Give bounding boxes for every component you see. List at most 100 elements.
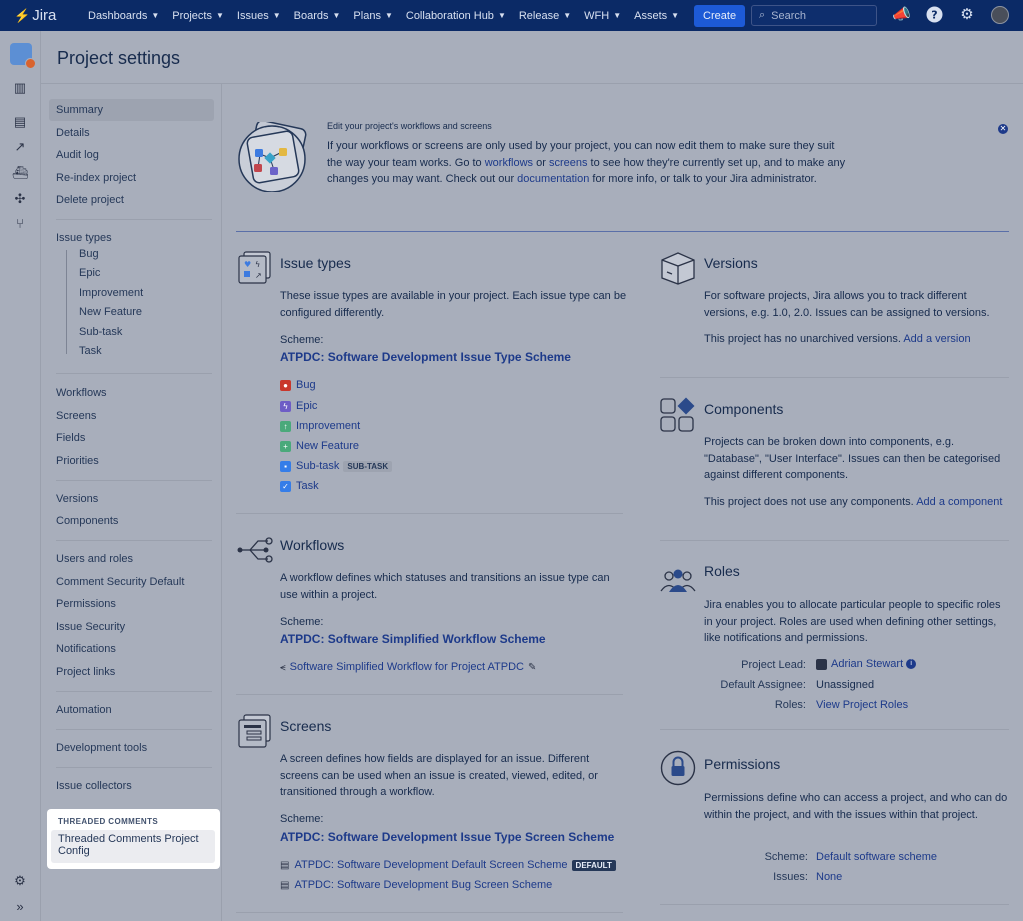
jira-logo[interactable]: ⚡ Jira (14, 7, 74, 24)
issue-type-task[interactable]: ✓ Task (280, 480, 319, 492)
backlog-icon[interactable]: ▤ (11, 114, 29, 130)
sidebar-subitem-bug[interactable]: Bug (79, 248, 99, 260)
sidebar-item-delete-project[interactable]: Delete project (56, 194, 124, 206)
issue-type-bug[interactable]: ● Bug (280, 379, 316, 391)
screens-icon (238, 714, 271, 748)
add-version-link[interactable]: Add a version (903, 333, 970, 345)
top-navigation: ⚡ Jira Dashboards ▼ Projects ▼ Issues ▼ Boa… (0, 0, 1023, 31)
sidebar-item-reindex[interactable]: Re-index project (56, 172, 136, 184)
nav-boards[interactable]: Boards ▼ (294, 10, 341, 22)
screens-link[interactable]: screens (549, 157, 588, 169)
nav-issues[interactable]: Issues ▼ (237, 10, 281, 22)
nav-projects[interactable]: Projects ▼ (172, 10, 224, 22)
sidebar-item-threaded-comments-config[interactable]: Threaded Comments Project Config (51, 830, 215, 863)
project-avatar[interactable] (10, 43, 36, 69)
releases-icon[interactable]: ⛴ (11, 165, 29, 181)
sidebar-item-fields[interactable]: Fields (56, 432, 85, 444)
workflows-title: Workflows (280, 537, 345, 553)
gear-icon[interactable]: ⚙ (958, 6, 976, 24)
sidebar-item-notifications[interactable]: Notifications (56, 643, 116, 655)
permission-scheme-link[interactable]: Default software scheme (816, 851, 937, 863)
code-branch-icon[interactable]: ⑂ (11, 216, 29, 232)
nav-plans[interactable]: Plans ▼ (353, 10, 392, 22)
nav-wfh[interactable]: WFH ▼ (584, 10, 621, 22)
sidebar-item-details[interactable]: Details (56, 127, 90, 139)
megaphone-icon[interactable]: 📣 (892, 6, 911, 24)
default-badge: DEFAULT (571, 859, 616, 871)
sidebar-item-components[interactable]: Components (56, 515, 118, 527)
sidebar-item-development-tools[interactable]: Development tools (56, 742, 147, 754)
view-project-roles-link[interactable]: View Project Roles (816, 699, 908, 711)
nav-collaboration-hub[interactable]: Collaboration Hub ▼ (406, 10, 506, 22)
sidebar-item-summary[interactable]: Summary (56, 104, 103, 116)
workflows-link[interactable]: workflows (485, 157, 533, 169)
nav-assets[interactable]: Assets ▼ (634, 10, 679, 22)
threaded-comments-section: THREADED COMMENTS Threaded Comments Proj… (47, 809, 220, 869)
sidebar-subitem-new-feature[interactable]: New Feature (79, 306, 142, 318)
sidebar-item-automation[interactable]: Automation (56, 704, 112, 716)
sidebar-subitem-improvement[interactable]: Improvement (79, 287, 143, 299)
sidebar-item-screens[interactable]: Screens (56, 410, 96, 422)
versions-status: This project has no unarchived versions.… (704, 333, 971, 345)
info-icon[interactable]: i (906, 659, 917, 669)
chevron-down-icon: ▼ (332, 11, 341, 20)
nav-dashboards[interactable]: Dashboards ▼ (88, 10, 159, 22)
documentation-link[interactable]: documentation (517, 173, 589, 185)
screen-scheme-item[interactable]: ▤ ATPDC: Software Development Bug Screen … (280, 879, 552, 891)
sidebar-divider (56, 219, 212, 220)
issue-type-epic[interactable]: ϟ Epic (280, 400, 317, 412)
close-icon[interactable]: ✕ (998, 124, 1008, 134)
issue-security-link[interactable]: None (816, 871, 842, 883)
jira-logo-icon: ⚡ (14, 7, 31, 23)
issue-type-improvement[interactable]: ↑ Improvement (280, 420, 360, 432)
help-icon[interactable]: ? (925, 6, 943, 24)
create-button[interactable]: Create (694, 4, 746, 27)
pencil-icon[interactable]: ✎ (528, 662, 536, 673)
sidebar-item-users-and-roles[interactable]: Users and roles (56, 553, 133, 565)
project-lead-label: Project Lead: (741, 659, 806, 671)
issue-type-sub-task[interactable]: ▪ Sub-task SUB-TASK (280, 460, 393, 472)
project-lead-link[interactable]: Adrian Stewart (831, 658, 903, 670)
sidebar-item-versions[interactable]: Versions (56, 493, 98, 505)
issue-type-scheme-link[interactable]: ATPDC: Software Development Issue Type S… (280, 350, 571, 364)
nav-release[interactable]: Release ▼ (519, 10, 571, 22)
threaded-comments-header: THREADED COMMENTS (58, 817, 159, 826)
sidebar-subitem-task[interactable]: Task (79, 345, 102, 357)
sidebar-item-workflows[interactable]: Workflows (56, 387, 107, 399)
sidebar-item-audit-log[interactable]: Audit log (56, 149, 99, 161)
workflow-scheme-link[interactable]: ATPDC: Software Simplified Workflow Sche… (280, 632, 546, 646)
expand-sidebar-icon[interactable]: » (11, 899, 29, 915)
components-description: Projects can be broken down into compone… (704, 436, 1001, 481)
sidebar-item-issue-types[interactable]: Issue types (56, 232, 112, 244)
default-assignee-value: Unassigned (816, 679, 875, 691)
settings-sidebar: Summary Details Audit log Re-index proje… (41, 84, 222, 921)
task-icon: ✓ (280, 480, 291, 492)
screen-scheme-link[interactable]: ATPDC: Software Development Issue Type S… (280, 830, 614, 844)
workflow-item[interactable]: ⪪ Software Simplified Workflow for Projec… (280, 661, 536, 673)
components-puzzle-icon[interactable]: ✣ (11, 191, 29, 207)
search-input[interactable]: ⌕ Search (751, 5, 877, 26)
sidebar-item-issue-collectors[interactable]: Issue collectors (56, 780, 132, 792)
add-component-link[interactable]: Add a component (916, 496, 1002, 508)
components-icon (660, 397, 695, 432)
sub-task-icon: ▪ (280, 460, 291, 472)
avatar[interactable] (991, 6, 1009, 24)
screen-scheme-item[interactable]: ▤ ATPDC: Software Development Default Scr… (280, 859, 616, 871)
reports-icon[interactable]: ↗ (11, 139, 29, 155)
sidebar-divider (56, 480, 212, 481)
issue-type-new-feature[interactable]: + New Feature (280, 440, 359, 452)
card-divider (660, 540, 1009, 541)
sidebar-item-project-links[interactable]: Project links (56, 666, 115, 678)
sidebar-item-issue-security[interactable]: Issue Security (56, 621, 125, 633)
chevron-down-icon: ▼ (497, 11, 506, 20)
sidebar-subitem-sub-task[interactable]: Sub-task (79, 326, 122, 338)
card-divider (236, 694, 623, 695)
chevron-down-icon: ▼ (151, 11, 160, 20)
versions-description: For software projects, Jira allows you t… (704, 290, 990, 319)
gear-icon[interactable]: ⚙ (11, 873, 29, 889)
sidebar-item-permissions[interactable]: Permissions (56, 598, 116, 610)
sidebar-item-priorities[interactable]: Priorities (56, 455, 99, 467)
board-icon[interactable]: ▥ (11, 80, 29, 96)
sidebar-item-comment-security[interactable]: Comment Security Default (56, 576, 184, 588)
sidebar-subitem-epic[interactable]: Epic (79, 267, 100, 279)
